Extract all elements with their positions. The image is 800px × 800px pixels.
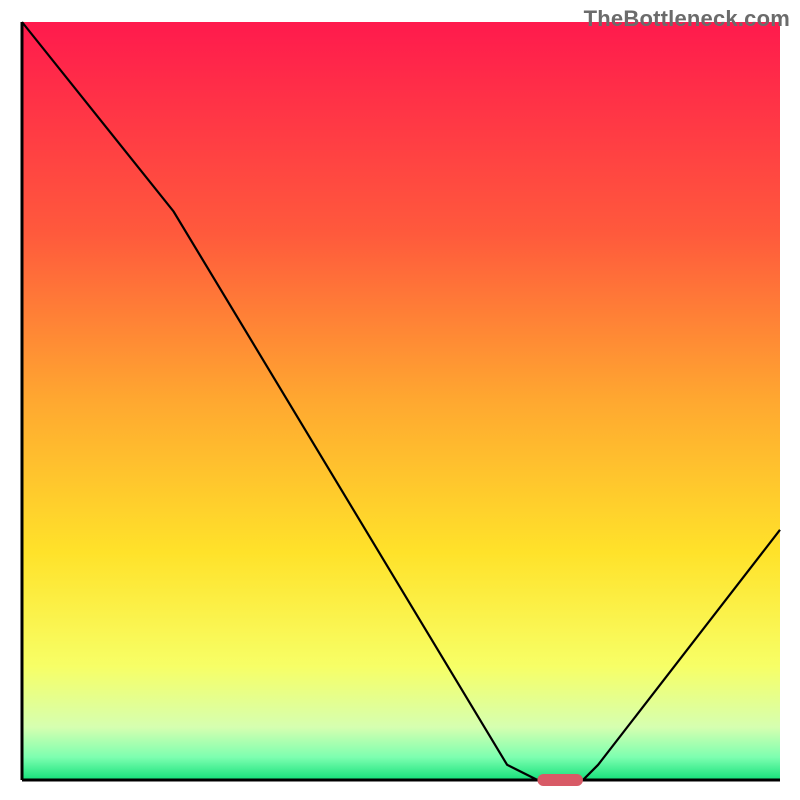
- optimum-marker: [537, 774, 582, 786]
- plot-background: [22, 22, 780, 780]
- chart-canvas: [0, 0, 800, 800]
- bottleneck-chart: TheBottleneck.com: [0, 0, 800, 800]
- watermark-text: TheBottleneck.com: [584, 6, 790, 32]
